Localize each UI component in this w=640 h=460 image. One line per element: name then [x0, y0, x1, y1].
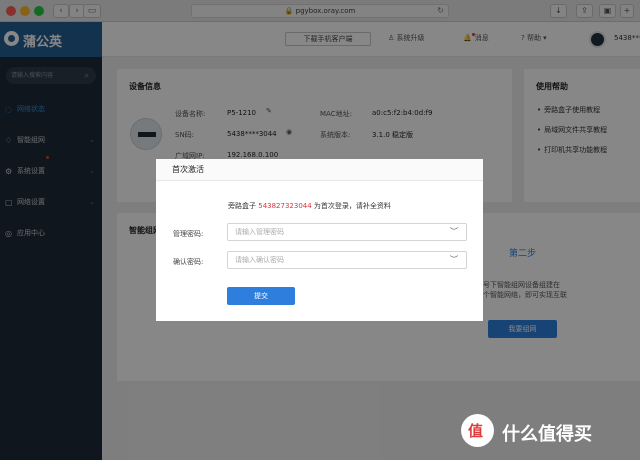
admin-password-input[interactable]: 请输入管理密码 ︶	[227, 223, 467, 241]
highlighted-sn: 543827323044	[258, 202, 312, 210]
password-placeholder: 请输入管理密码	[235, 228, 284, 236]
eye-closed-icon[interactable]: ︶	[450, 224, 458, 240]
confirm-password-input[interactable]: 请输入确认密码 ︶	[227, 251, 467, 269]
intro-prefix: 旁路盒子	[228, 202, 259, 210]
intro-suffix: 为首次登录，请补全资料	[311, 202, 391, 210]
first-activation-modal: 首次激活 旁路盒子 543827323044 为首次登录，请补全资料 管理密码:…	[156, 159, 483, 321]
admin-password-label: 管理密码:	[173, 230, 204, 238]
modal-title: 首次激活	[156, 159, 483, 181]
submit-button[interactable]: 提交	[227, 287, 295, 305]
watermark-logo-icon	[461, 414, 494, 447]
modal-intro: 旁路盒子 543827323044 为首次登录，请补全资料	[228, 201, 391, 211]
watermark: 什么值得买	[461, 414, 633, 450]
watermark-text: 什么值得买	[502, 424, 592, 445]
confirm-placeholder: 请输入确认密码	[235, 256, 284, 264]
confirm-password-label: 确认密码:	[173, 258, 204, 266]
eye-closed-icon[interactable]: ︶	[450, 252, 458, 268]
